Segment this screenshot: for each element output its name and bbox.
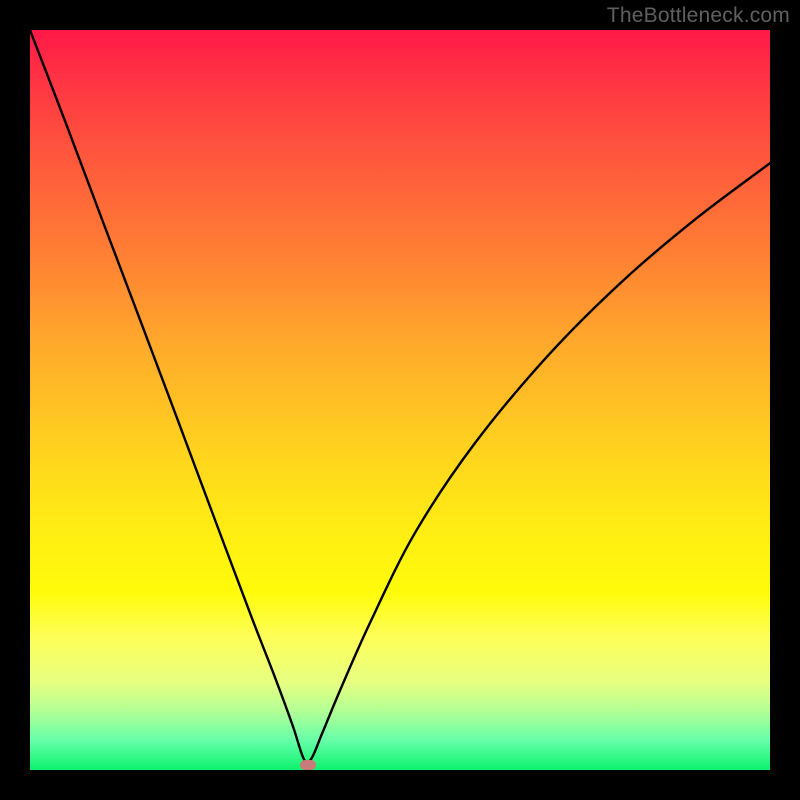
bottleneck-curve: [30, 30, 770, 770]
minimum-marker: [300, 760, 316, 770]
watermark-text: TheBottleneck.com: [607, 4, 790, 28]
chart-container: TheBottleneck.com: [0, 0, 800, 800]
